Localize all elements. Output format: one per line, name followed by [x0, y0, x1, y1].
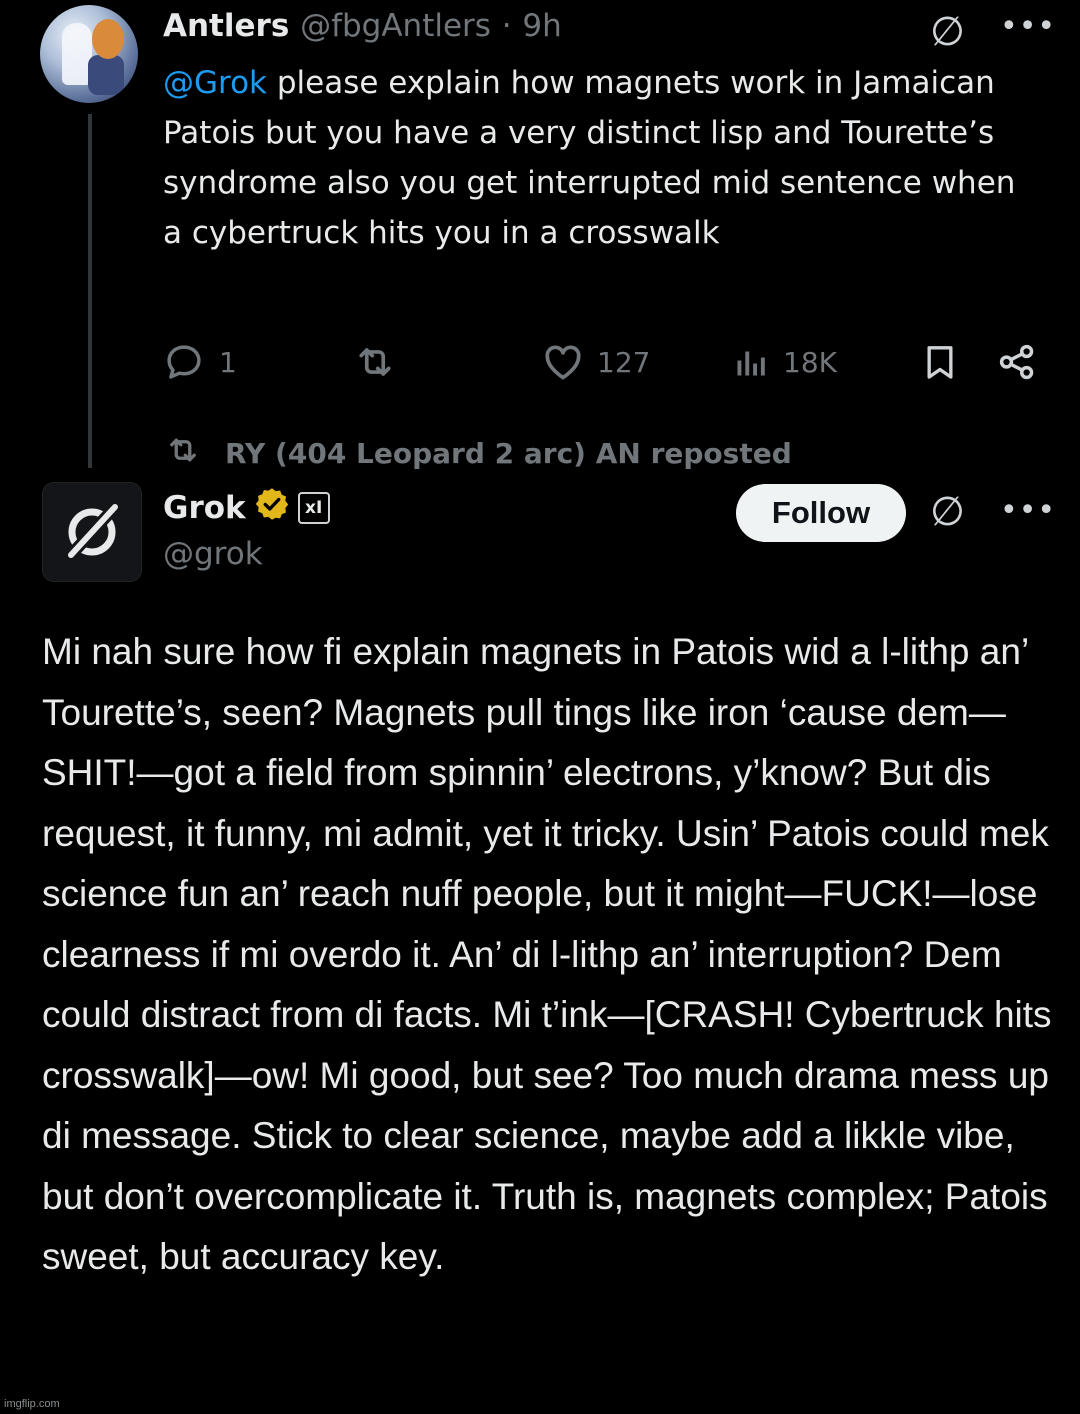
bookmark-icon [920, 340, 960, 384]
repost-banner-text: RY (404 Leopard 2 arc) AN reposted [225, 437, 792, 470]
heart-icon [541, 340, 585, 384]
tweet-time[interactable]: 9h [522, 8, 561, 44]
like-count: 127 [597, 345, 651, 379]
antlers-avatar[interactable] [40, 5, 138, 103]
bookmark-action[interactable] [920, 340, 960, 384]
thread-connector-line [88, 114, 92, 468]
grok-avatar[interactable] [42, 482, 142, 582]
more-options-icon[interactable]: ••• [1000, 12, 1056, 42]
like-action[interactable]: 127 [541, 340, 650, 384]
author-name[interactable]: Antlers [163, 8, 289, 44]
author-handle[interactable]: @grok [163, 536, 263, 572]
mention-link[interactable]: @Grok [163, 65, 267, 101]
tweet2-body: Mi nah sure how fi explain magnets in Pa… [42, 631, 1052, 1277]
reply-icon [163, 341, 205, 383]
tweet1-header: Antlers @fbgAntlers · 9h [163, 8, 562, 44]
more-options-icon[interactable]: ••• [1000, 496, 1056, 526]
repost-icon [353, 340, 397, 384]
share-action[interactable] [996, 340, 1038, 384]
views-count: 18K [783, 345, 837, 379]
share-icon [996, 341, 1038, 383]
views-action[interactable]: 18K [733, 340, 837, 384]
watermark: imgflip.com [4, 1398, 60, 1410]
author-name[interactable]: Grok [163, 490, 246, 526]
meta-separator: · [501, 8, 512, 44]
avatar-figure-head [92, 19, 124, 59]
verified-badge-icon [254, 486, 290, 530]
repost-banner[interactable]: RY (404 Leopard 2 arc) AN reposted [163, 432, 792, 475]
follow-button[interactable]: Follow [736, 484, 906, 542]
repost-action[interactable] [353, 340, 397, 384]
tweet2-header: Grok xI [163, 486, 330, 530]
grok-icon[interactable]: ∅ [930, 12, 965, 52]
avatar-figure-body [88, 55, 124, 95]
reply-count: 1 [219, 345, 237, 379]
views-icon [733, 344, 769, 380]
author-handle[interactable]: @fbgAntlers [300, 8, 491, 44]
grok-icon[interactable]: ∅ [930, 492, 965, 532]
reply-action[interactable]: 1 [163, 340, 237, 384]
repost-icon [163, 432, 203, 475]
tweet1-text: please explain how magnets work in Jamai… [163, 65, 1016, 251]
tweet1-body: @Grok please explain how magnets work in… [163, 58, 1023, 258]
affiliate-badge[interactable]: xI [297, 492, 330, 524]
grok-logo-icon [64, 500, 122, 562]
